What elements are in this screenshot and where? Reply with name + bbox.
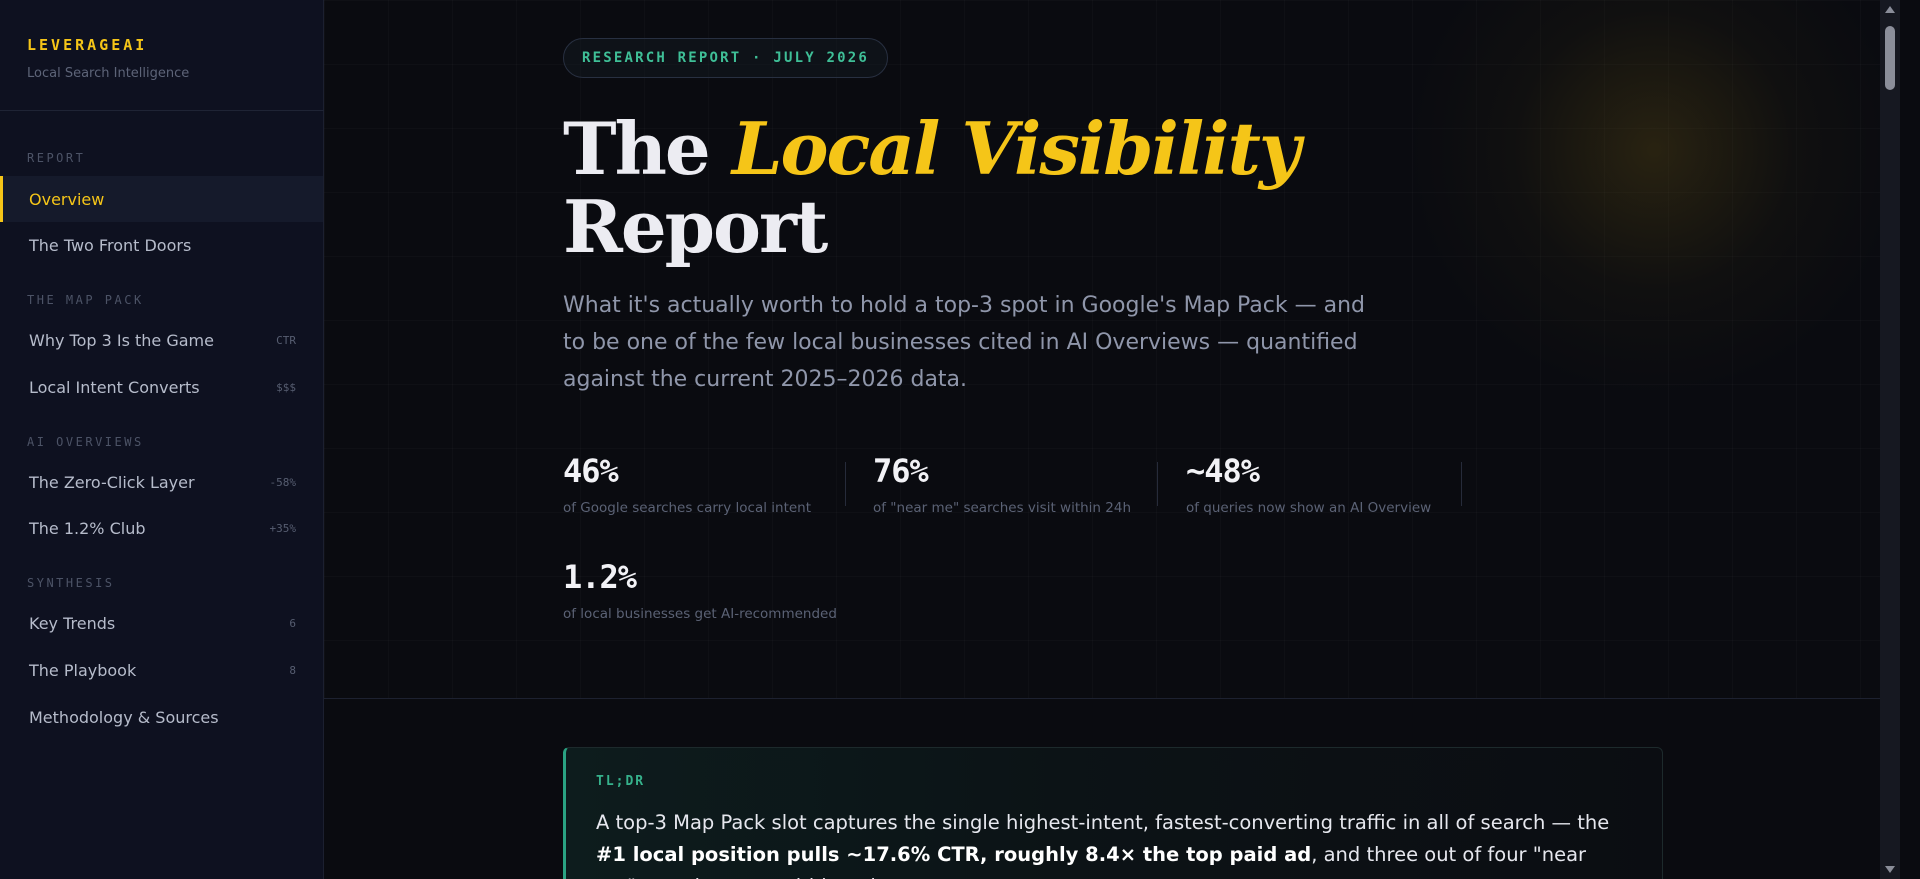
title-suffix: Report xyxy=(563,184,828,269)
sidebar-item-playbook[interactable]: The Playbook 8 xyxy=(0,647,323,693)
sidebar-item-1-2-club[interactable]: The 1.2% Club +35% xyxy=(0,505,323,551)
stat-local-intent: 46% of Google searches carry local inten… xyxy=(563,452,811,516)
main-content: RESEARCH REPORT · JULY 2026 The Local Vi… xyxy=(324,0,1900,879)
sidebar-item-methodology[interactable]: Methodology & Sources xyxy=(0,694,323,740)
tldr-callout: TL;DR A top-3 Map Pack slot captures the… xyxy=(563,747,1663,879)
sidebar-item-label: The 1.2% Club xyxy=(29,518,146,538)
stat-label: of Google searches carry local intent xyxy=(563,500,812,516)
sidebar-item-label: Key Trends xyxy=(29,613,116,633)
brand-name[interactable]: LEVERAGEAI xyxy=(27,36,189,54)
section-divider xyxy=(324,698,1900,699)
sidebar-item-label: Local Intent Converts xyxy=(29,377,200,397)
sidebar-item-label: The Two Front Doors xyxy=(29,235,192,255)
nav-section-map-pack: THE MAP PACK xyxy=(27,293,144,307)
sidebar: LEVERAGEAI Local Search Intelligence REP… xyxy=(0,0,324,879)
title-highlight: Local Visibility xyxy=(731,106,1301,191)
stat-near-me: 76% of "near me" searches visit within 2… xyxy=(873,452,1131,516)
stat-divider xyxy=(845,462,846,506)
accent-glow xyxy=(1404,0,1900,400)
stat-value: ~48% xyxy=(1186,452,1260,490)
sidebar-item-two-front-doors[interactable]: The Two Front Doors xyxy=(0,222,323,268)
scroll-up-icon[interactable] xyxy=(1885,6,1895,13)
stat-ai-overview: ~48% of queries now show an AI Overview xyxy=(1186,452,1431,516)
nav-section-ai-overviews: AI OVERVIEWS xyxy=(27,435,144,449)
tldr-text: A top-3 Map Pack slot captures the singl… xyxy=(596,807,1632,879)
page-title: The Local Visibility Report xyxy=(563,110,1301,269)
hero-lede: What it's actually worth to hold a top-3… xyxy=(563,293,1366,392)
sidebar-item-local-intent[interactable]: Local Intent Converts $$$ xyxy=(0,364,323,410)
tldr-label: TL;DR xyxy=(596,774,646,789)
nav-section-synthesis: SYNTHESIS xyxy=(27,576,115,590)
sidebar-item-label: The Playbook xyxy=(29,660,137,680)
sidebar-item-zero-click[interactable]: The Zero-Click Layer -58% xyxy=(0,459,323,505)
stat-divider xyxy=(1157,462,1158,506)
sidebar-item-badge: 6 xyxy=(289,616,296,630)
stat-divider xyxy=(1461,462,1462,506)
stat-label: of local businesses get AI-recommended xyxy=(563,606,837,622)
sidebar-item-label: Methodology & Sources xyxy=(29,707,219,727)
scroll-thumb[interactable] xyxy=(1885,26,1895,90)
sidebar-item-key-trends[interactable]: Key Trends 6 xyxy=(0,600,323,646)
report-eyebrow-pill: RESEARCH REPORT · JULY 2026 xyxy=(563,38,888,78)
divider xyxy=(0,110,324,111)
sidebar-item-badge: CTR xyxy=(276,333,296,347)
stat-value: 76% xyxy=(873,452,929,490)
title-prefix: The xyxy=(563,106,732,191)
stat-label: of queries now show an AI Overview xyxy=(1186,500,1432,516)
stat-ai-recommended: 1.2% of local businesses get AI-recommen… xyxy=(563,558,837,622)
scroll-down-icon[interactable] xyxy=(1885,866,1895,873)
sidebar-item-label: The Zero-Click Layer xyxy=(29,472,195,492)
stat-value: 46% xyxy=(563,452,619,490)
tldr-highlight: #1 local position pulls ~17.6% CTR, roug… xyxy=(596,843,1312,866)
sidebar-item-badge: -58% xyxy=(269,475,297,489)
sidebar-item-why-top-3[interactable]: Why Top 3 Is the Game CTR xyxy=(0,317,323,363)
sidebar-item-label: Overview xyxy=(29,189,105,209)
sidebar-item-overview[interactable]: Overview xyxy=(0,176,323,222)
sidebar-item-badge: +35% xyxy=(269,521,297,535)
stat-value: 1.2% xyxy=(563,558,637,596)
sidebar-item-label: Why Top 3 Is the Game xyxy=(29,330,214,350)
vertical-scrollbar[interactable] xyxy=(1880,0,1900,879)
sidebar-item-badge: $$$ xyxy=(276,380,296,394)
brand[interactable]: LEVERAGEAI Local Search Intelligence xyxy=(27,36,189,81)
tldr-text-part: A top-3 Map Pack slot captures the singl… xyxy=(596,811,1610,834)
sidebar-item-badge: 8 xyxy=(289,663,296,677)
stat-label: of "near me" searches visit within 24h xyxy=(873,500,1132,516)
nav-section-report: REPORT xyxy=(27,151,86,165)
brand-tagline: Local Search Intelligence xyxy=(27,66,190,81)
